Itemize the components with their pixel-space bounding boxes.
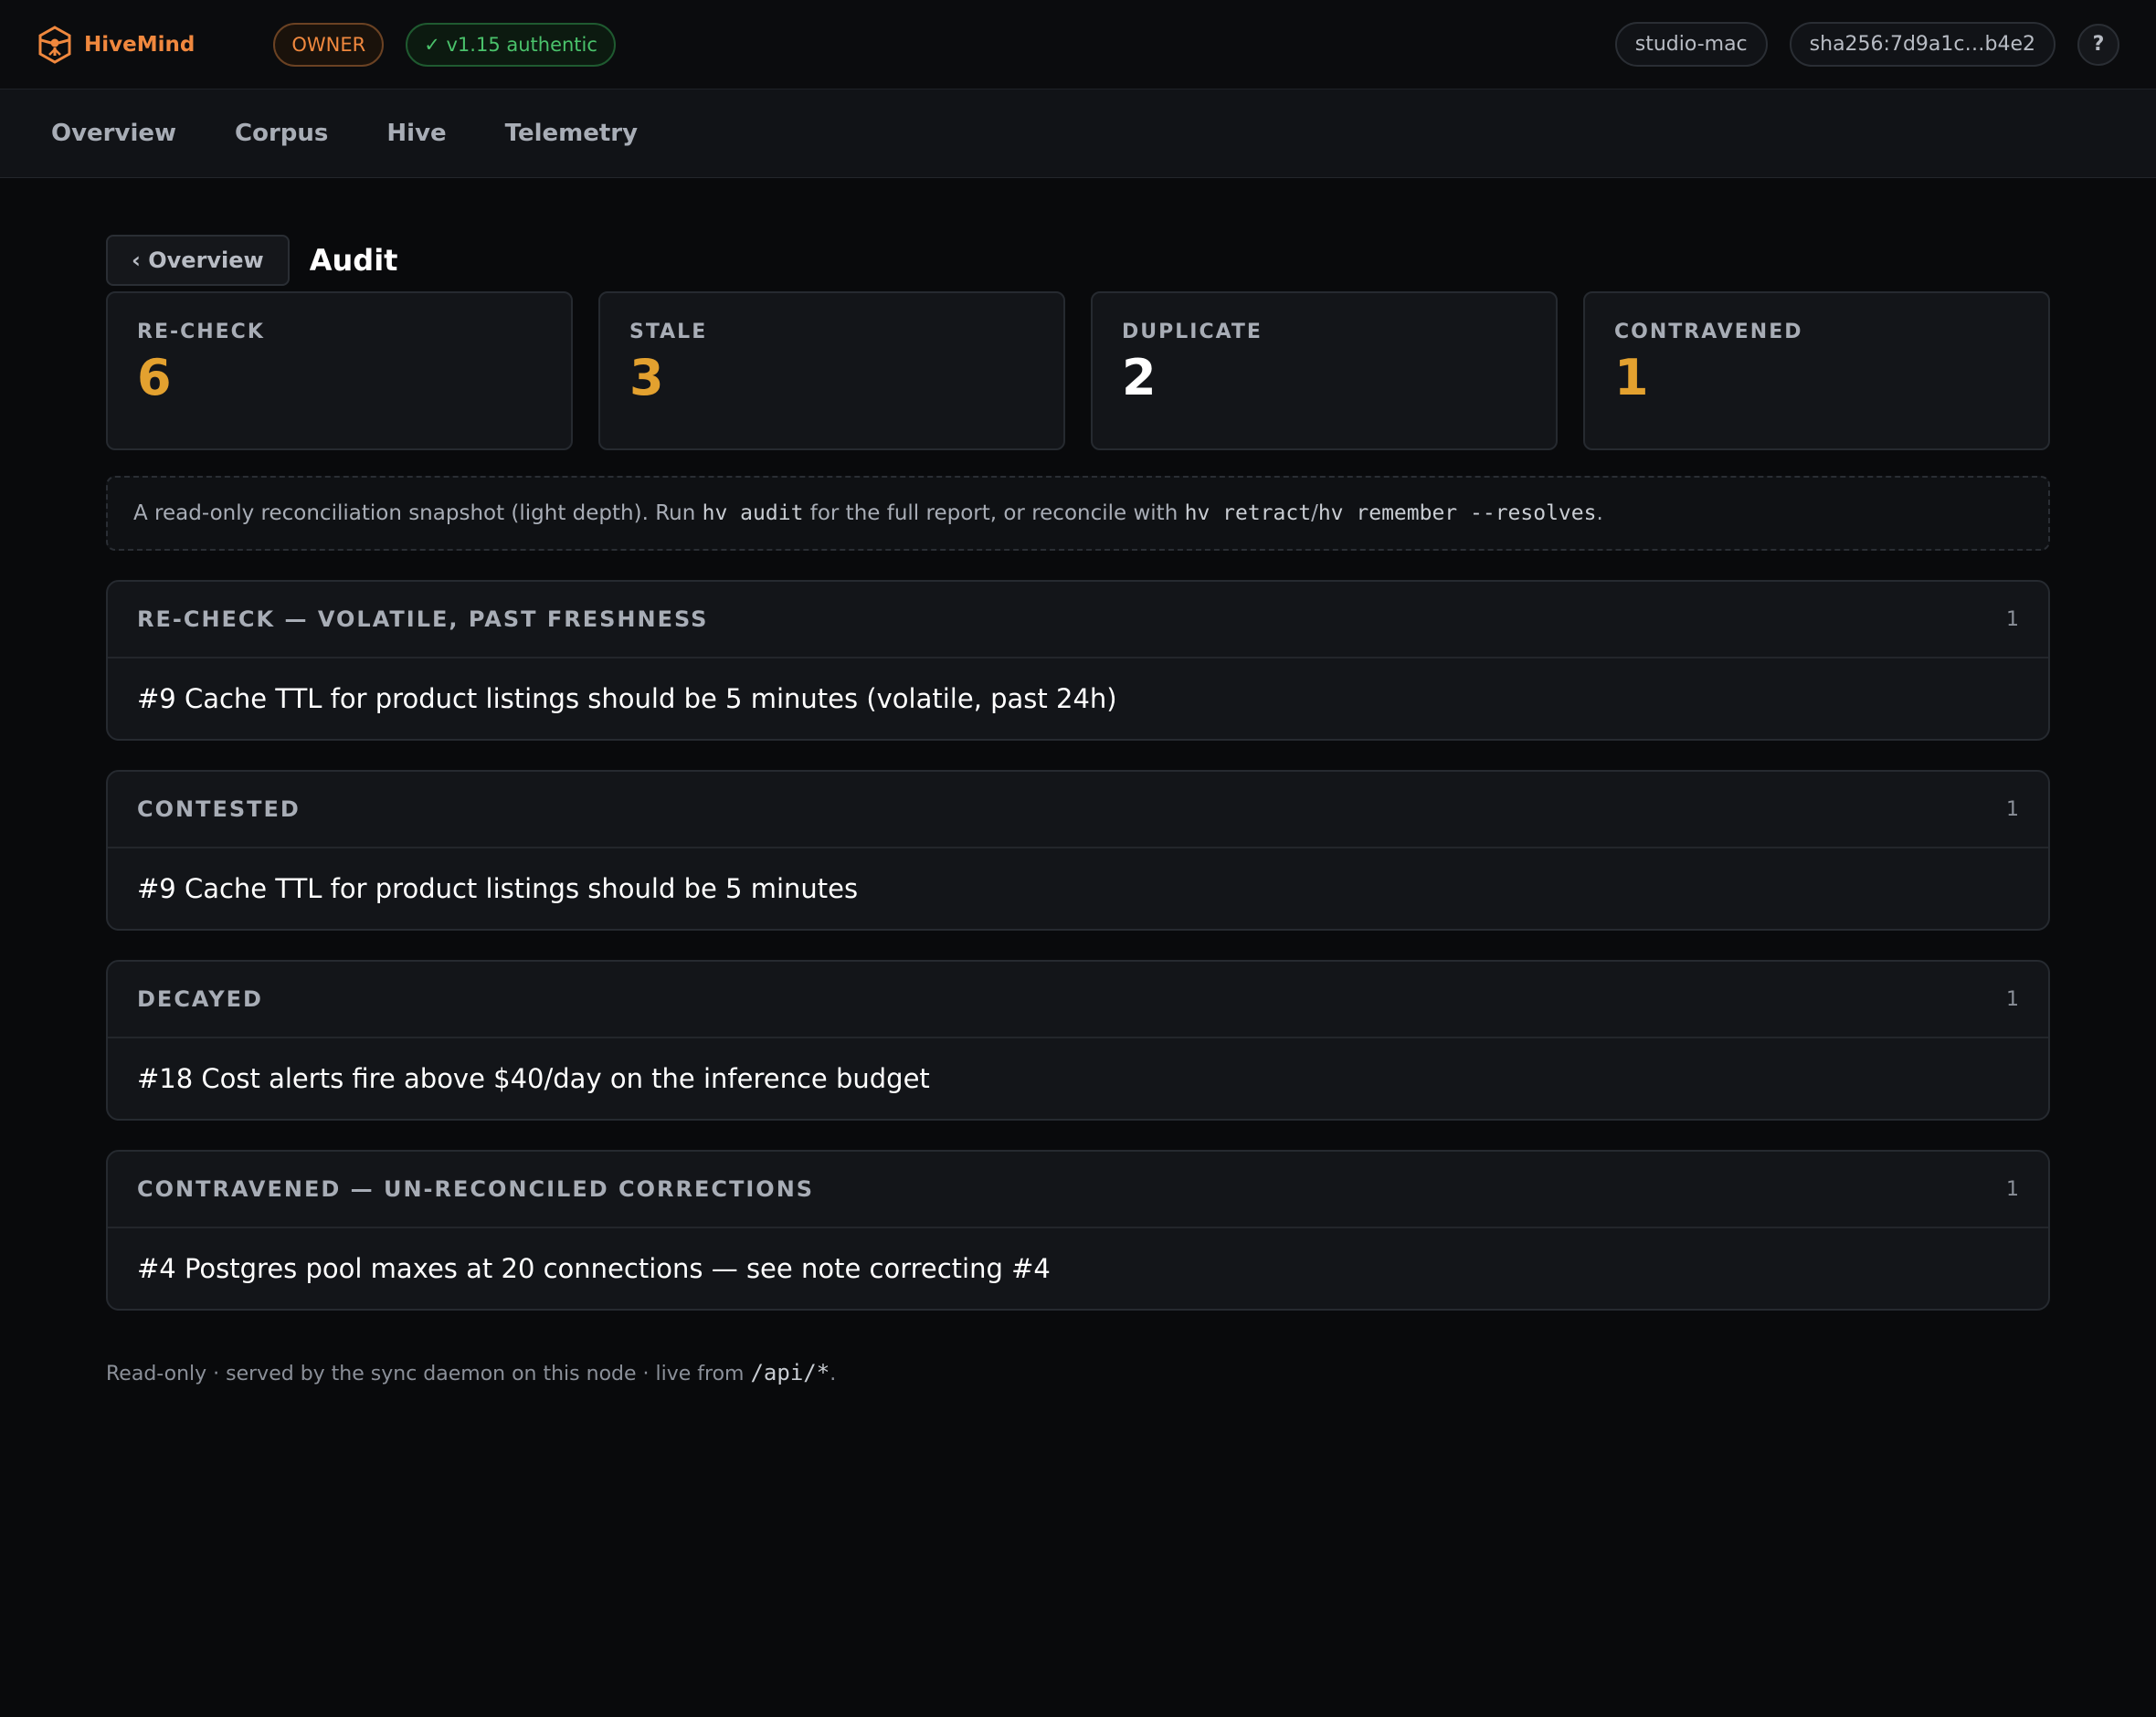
stat-label: DUPLICATE (1122, 321, 1263, 343)
section-count: 1 (2006, 797, 2019, 821)
section-header: DECAYED 1 (108, 962, 2048, 1038)
section-count: 1 (2006, 607, 2019, 631)
list-item[interactable]: #4 Postgres pool maxes at 20 connections… (108, 1228, 2048, 1309)
section-count: 1 (2006, 987, 2019, 1011)
stat-value: 3 (629, 349, 664, 406)
section-title: RE-CHECK — VOLATILE, PAST FRESHNESS (137, 606, 709, 632)
stat-card-recheck: RE-CHECK 6 (106, 291, 573, 450)
footer-text: Read-only · served by the sync daemon on… (106, 1363, 745, 1385)
stat-card-stale: STALE 3 (598, 291, 1065, 450)
role-badge: OWNER (273, 22, 385, 67)
stat-card-contravened: CONTRAVENED 1 (1583, 291, 2050, 450)
section-header: CONTRAVENED — UN-RECONCILED CORRECTIONS … (108, 1152, 2048, 1228)
info-note: A read-only reconciliation snapshot (lig… (106, 476, 2050, 551)
section-title: CONTESTED (137, 796, 301, 822)
back-button[interactable]: ‹ Overview (106, 235, 290, 286)
tab-telemetry[interactable]: Telemetry (505, 120, 638, 147)
hash-chip[interactable]: sha256:7d9a1c…b4e2 (1789, 22, 2056, 67)
list-item[interactable]: #9 Cache TTL for product listings should… (108, 658, 2048, 739)
main-content: ‹ Overview Audit RE-CHECK 6 STALE 3 DUPL… (0, 235, 2156, 1385)
stat-label: CONTRAVENED (1614, 321, 1803, 343)
section-decayed: DECAYED 1 #18 Cost alerts fire above $40… (106, 960, 2050, 1121)
note-separator: / (1311, 501, 1318, 525)
hive-logo-icon (38, 25, 71, 64)
page-header: ‹ Overview Audit (106, 235, 2050, 286)
main-nav: Overview Corpus Hive Telemetry (0, 90, 2156, 178)
stat-card-duplicate: DUPLICATE 2 (1091, 291, 1558, 450)
section-contested: CONTESTED 1 #9 Cache TTL for product lis… (106, 770, 2050, 931)
section-contravened: CONTRAVENED — UN-RECONCILED CORRECTIONS … (106, 1150, 2050, 1311)
stat-cards: RE-CHECK 6 STALE 3 DUPLICATE 2 CONTRAVEN… (106, 291, 2050, 450)
section-recheck: RE-CHECK — VOLATILE, PAST FRESHNESS 1 #9… (106, 580, 2050, 741)
note-text: . (1596, 501, 1603, 525)
page-title: Audit (309, 243, 398, 278)
note-command: hv audit (702, 501, 804, 525)
stat-value: 6 (137, 349, 172, 406)
top-bar: HiveMind OWNER ✓ v1.15 authentic studio-… (0, 0, 2156, 90)
stat-value: 2 (1122, 349, 1157, 406)
note-command: hv retract (1184, 501, 1312, 525)
section-header: CONTESTED 1 (108, 772, 2048, 848)
section-title: DECAYED (137, 986, 263, 1012)
tab-hive[interactable]: Hive (386, 120, 446, 147)
footer-api-path: /api/* (750, 1360, 830, 1385)
section-title: CONTRAVENED — UN-RECONCILED CORRECTIONS (137, 1176, 815, 1202)
section-header: RE-CHECK — VOLATILE, PAST FRESHNESS 1 (108, 582, 2048, 658)
auth-badge: ✓ v1.15 authentic (406, 22, 616, 67)
footer-end: . (830, 1363, 837, 1385)
help-button[interactable]: ? (2077, 23, 2119, 66)
tab-overview[interactable]: Overview (51, 120, 176, 147)
note-text: A read-only reconciliation snapshot (lig… (133, 501, 696, 525)
host-chip[interactable]: studio-mac (1614, 22, 1768, 67)
stat-label: RE-CHECK (137, 321, 265, 343)
section-count: 1 (2006, 1177, 2019, 1201)
stat-value: 1 (1614, 349, 1649, 406)
list-item[interactable]: #9 Cache TTL for product listings should… (108, 848, 2048, 929)
footer-note: Read-only · served by the sync daemon on… (106, 1360, 2050, 1385)
tab-corpus[interactable]: Corpus (235, 120, 328, 147)
stat-label: STALE (629, 321, 708, 343)
brand-name: HiveMind (84, 32, 196, 57)
brand[interactable]: HiveMind (37, 25, 195, 65)
note-text: for the full report, or reconcile with (809, 501, 1178, 525)
note-command: hv remember --resolves (1317, 501, 1597, 525)
list-item[interactable]: #18 Cost alerts fire above $40/day on th… (108, 1038, 2048, 1119)
